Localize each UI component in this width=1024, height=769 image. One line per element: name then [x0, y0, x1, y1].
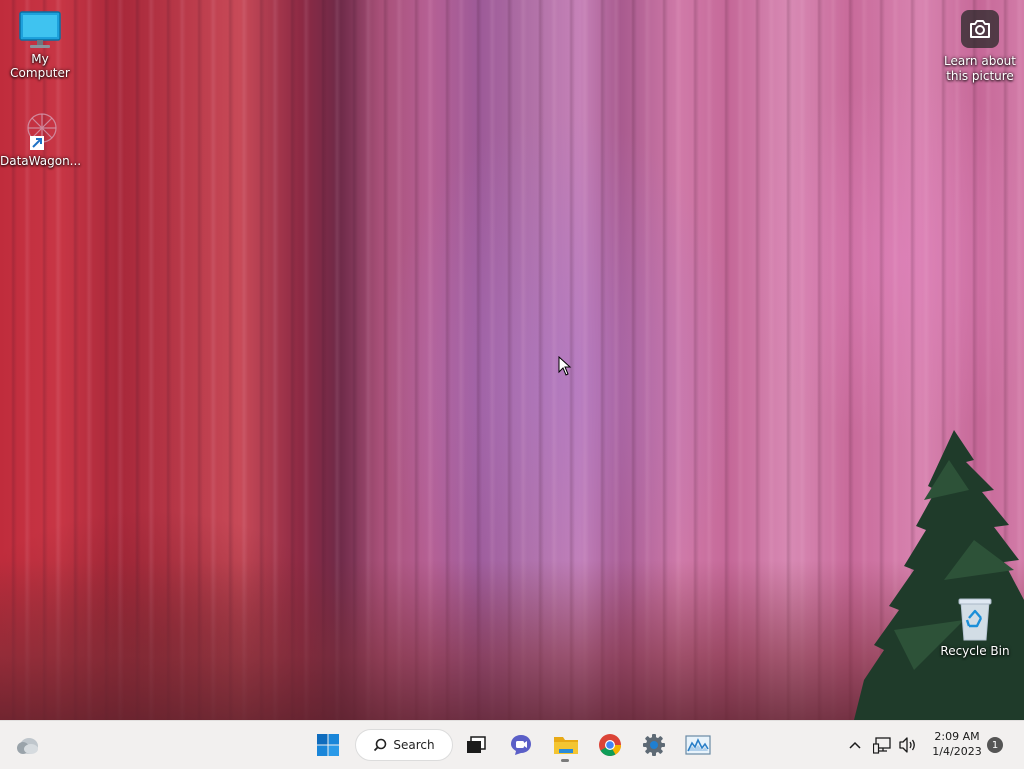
volume-icon	[899, 737, 915, 753]
monitor-icon	[19, 11, 61, 48]
volume-button[interactable]	[897, 734, 919, 756]
search-box[interactable]: Search	[355, 729, 453, 761]
taskbar-chrome[interactable]	[595, 730, 625, 760]
mouse-cursor-icon	[558, 356, 572, 376]
chat-icon	[511, 735, 531, 755]
network-button[interactable]	[872, 734, 892, 756]
clock[interactable]: 2:09 AM 1/4/2023	[926, 729, 988, 759]
taskbar-file-explorer[interactable]	[551, 730, 581, 760]
chevron-up-icon	[849, 741, 861, 749]
taskbar-settings[interactable]	[639, 730, 669, 760]
gear-icon	[643, 734, 665, 756]
chrome-icon	[599, 734, 621, 756]
datawagon-shortcut-icon	[27, 113, 57, 150]
taskbar-performance-monitor[interactable]	[683, 730, 713, 760]
learn-about-picture[interactable]: Learn about this picture	[942, 10, 1018, 84]
file-explorer-running-indicator	[561, 759, 569, 762]
weather-widget-icon	[17, 738, 38, 754]
start-button[interactable]	[312, 729, 344, 761]
desktop-wallpaper	[0, 0, 1024, 720]
wallpaper-tree	[854, 430, 1024, 720]
desktop-icon-my-computer[interactable]: My Computer	[0, 10, 80, 80]
network-icon	[873, 737, 891, 754]
learn-about-picture-label: Learn about this picture	[944, 54, 1016, 83]
taskbar-task-view[interactable]	[461, 730, 491, 760]
desktop-icon-label: My Computer	[10, 52, 70, 80]
folder-icon	[554, 737, 578, 754]
notification-count-badge: 1	[987, 737, 1003, 753]
taskbar: Search 2:09 AM 1/4/2023 1	[0, 720, 1024, 769]
windows-start-icon	[317, 734, 339, 756]
desktop-icon-label: DataWagon...	[0, 154, 82, 168]
notification-center-button[interactable]: 1	[987, 737, 1003, 753]
widgets-button[interactable]	[12, 731, 42, 759]
recycle-bin-icon	[958, 598, 992, 641]
desktop-icon-recycle-bin[interactable]: Recycle Bin	[935, 596, 1015, 658]
clock-date: 1/4/2023	[932, 745, 982, 758]
show-hidden-icons-button[interactable]	[845, 735, 865, 755]
camera-icon	[961, 10, 999, 48]
search-icon	[374, 738, 387, 752]
chart-icon	[685, 735, 711, 755]
search-label: Search	[393, 738, 435, 752]
task-view-icon	[467, 736, 486, 753]
desktop-icon-label: Recycle Bin	[940, 644, 1010, 658]
clock-time: 2:09 AM	[934, 730, 980, 743]
taskbar-chat[interactable]	[506, 730, 536, 760]
desktop-icon-datawagon[interactable]: DataWagon...	[0, 108, 82, 168]
